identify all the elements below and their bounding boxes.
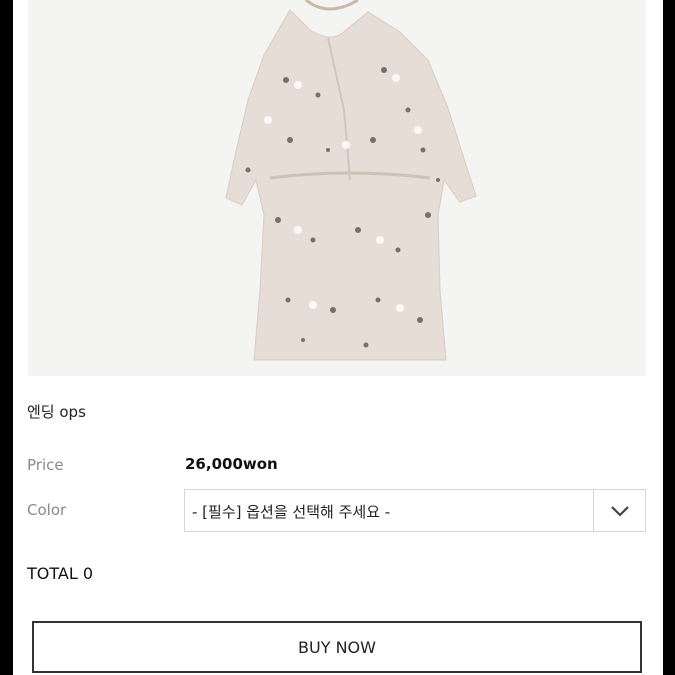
total-summary: TOTAL 0 xyxy=(27,564,93,583)
product-image[interactable] xyxy=(28,0,646,376)
buy-now-button[interactable]: BUY NOW xyxy=(32,621,642,673)
price-label: Price xyxy=(27,456,64,474)
product-name: 엔딩 ops xyxy=(27,403,86,421)
color-option-selected: - [필수] 옵션을 선택해 주세요 - xyxy=(192,503,391,521)
chevron-down-icon[interactable] xyxy=(593,490,645,531)
color-option-select[interactable]: - [필수] 옵션을 선택해 주세요 - xyxy=(184,489,646,532)
total-value: 0 xyxy=(82,564,94,583)
price-value: 26,000won xyxy=(185,455,278,473)
color-label: Color xyxy=(27,501,67,519)
total-label: TOTAL xyxy=(27,564,78,583)
dress-illustration xyxy=(225,0,477,361)
product-detail-screen: 엔딩 ops Price 26,000won Color - [필수] 옵션을 … xyxy=(13,0,663,675)
